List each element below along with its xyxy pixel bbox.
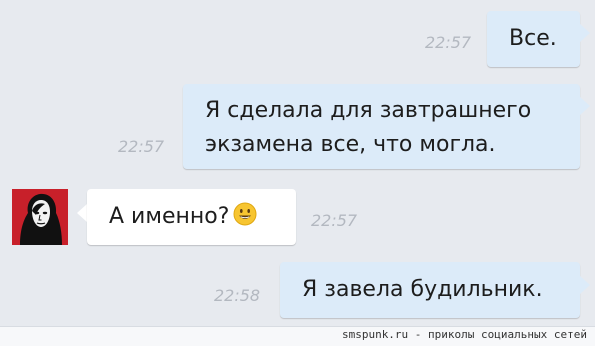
message-bubble[interactable]: Все. [487,11,580,67]
bubble-tail [580,276,590,294]
smiling-face-icon [233,202,257,226]
bubble-tail [77,204,87,222]
watermark-text: smspunk.ru - приколы социальных сетей [341,328,587,341]
message-bubble[interactable]: А именно? [87,189,296,245]
message-time: 22:57 [311,211,358,230]
avatar[interactable] [12,189,68,245]
footer-bar: smspunk.ru - приколы социальных сетей [0,326,595,346]
bubble-tail [580,24,590,42]
message-text-line: экзамена все, что могла. [205,132,496,157]
message-text: А именно? [109,204,230,229]
message-time: 22:57 [118,137,165,156]
message-text-line: Я сделала для завтрашнего [205,98,532,123]
message-text: Все. [509,26,557,51]
bubble-tail [580,97,590,115]
avatar-portrait-icon [12,189,68,245]
message-time: 22:57 [425,33,472,52]
message-bubble[interactable]: Я сделала для завтрашнего экзамена все, … [183,84,580,169]
message-text: Я завела будильник. [302,277,543,302]
message-bubble[interactable]: Я завела будильник. [280,262,580,318]
message-time: 22:58 [214,286,261,305]
